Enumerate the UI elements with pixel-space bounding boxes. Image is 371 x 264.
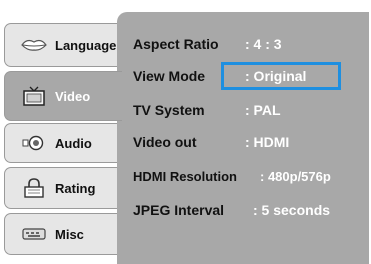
selection-highlight: [221, 62, 341, 90]
setting-key: Video out: [133, 134, 197, 150]
setting-value: : PAL: [245, 102, 281, 118]
setting-video-out[interactable]: Video out : HDMI: [133, 131, 289, 153]
setting-jpeg-interval[interactable]: JPEG Interval : 5 seconds: [133, 199, 330, 221]
tab-video[interactable]: Video: [4, 71, 122, 121]
setup-menu: Language Video Audio Rating Misc Aspect …: [0, 0, 371, 264]
setting-value: : 480p/576p: [260, 168, 331, 184]
setting-key: JPEG Interval: [133, 202, 225, 218]
padlock-icon: [19, 177, 49, 199]
setting-hdmi-resolution[interactable]: HDMI Resolution : 480p/576p: [133, 165, 331, 187]
speaker-icon: [19, 132, 49, 154]
lips-icon: [19, 34, 49, 56]
setting-value: : 5 seconds: [253, 202, 331, 218]
video-settings-panel: Aspect Ratio : 4 : 3 View Mode : Origina…: [117, 12, 369, 264]
tab-misc[interactable]: Misc: [4, 213, 117, 255]
setting-tv-system[interactable]: TV System : PAL: [133, 99, 281, 121]
setting-key: Aspect Ratio: [133, 36, 219, 52]
tab-label: Misc: [55, 226, 84, 242]
tab-label: Video: [55, 88, 91, 104]
tab-label: Rating: [55, 180, 96, 196]
setting-key: HDMI Resolution: [133, 168, 237, 184]
tab-language[interactable]: Language: [4, 23, 117, 67]
tab-audio[interactable]: Audio: [4, 123, 117, 163]
setting-value: : HDMI: [245, 134, 290, 150]
tv-icon: [19, 85, 49, 107]
setting-aspect-ratio[interactable]: Aspect Ratio : 4 : 3: [133, 33, 282, 55]
setting-key: TV System: [133, 102, 205, 118]
tab-rating[interactable]: Rating: [4, 167, 117, 209]
keyboard-icon: [19, 223, 49, 245]
setting-value: : 4 : 3: [245, 36, 282, 52]
tab-label: Language: [55, 37, 117, 53]
tab-label: Audio: [55, 135, 92, 151]
